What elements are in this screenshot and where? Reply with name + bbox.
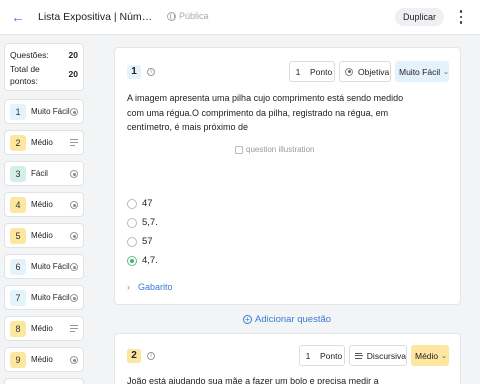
visibility-indicator[interactable]: Pública [167, 11, 209, 21]
question-number-badge: 7 [10, 290, 26, 306]
question-type-label: Discursiva [366, 350, 406, 361]
question-number: 1 [127, 65, 141, 79]
question-number-badge: 1 [10, 104, 26, 120]
question-number-badge: 8 [10, 321, 26, 337]
points-total: 20 [68, 69, 78, 79]
sidebar-question-4[interactable]: 4 Médio [4, 192, 84, 217]
difficulty-label: Muito Fácil [31, 262, 70, 271]
points-label: Total de pontos: [10, 64, 40, 86]
radio-icon [70, 263, 78, 271]
points-value: 1 [305, 350, 311, 361]
question-number-badge: 3 [10, 166, 26, 182]
more-vertical-icon[interactable] [458, 9, 464, 25]
difficulty-label: Médio [31, 355, 53, 364]
difficulty-label: Muito Fácil [31, 107, 70, 116]
summary-panel: Questões: 20 Total de pontos: 20 [4, 43, 84, 91]
radio-icon [70, 170, 78, 178]
option-label: 5,7. [142, 217, 158, 228]
answer-key-label: Gabarito [138, 282, 173, 292]
image-alt-text: question illustration [246, 145, 315, 154]
plus-circle-icon: + [243, 315, 252, 324]
add-question-button[interactable]: + Adicionar questão [243, 314, 331, 325]
radio-icon[interactable] [127, 217, 137, 228]
info-icon[interactable]: i [147, 68, 155, 76]
sidebar-question-9[interactable]: 9 Médio [4, 347, 84, 372]
difficulty-label: Muito Fácil [399, 66, 441, 77]
add-question-label: Adicionar questão [255, 314, 332, 325]
sidebar-question-1[interactable]: 1 Muito Fácil [4, 99, 84, 124]
sidebar-question-6[interactable]: 6 Muito Fácil [4, 254, 84, 279]
sidebar-question-2[interactable]: 2 Médio [4, 130, 84, 155]
chevron-right-icon: › [127, 282, 130, 292]
visibility-label: Pública [179, 11, 209, 21]
radio-icon [70, 108, 78, 116]
radio-icon [70, 232, 78, 240]
chevron-down-icon: ⌄ [441, 352, 448, 360]
lines-icon [355, 352, 363, 359]
sidebar-question-10[interactable] [4, 378, 84, 384]
option-label: 57 [142, 236, 153, 247]
radio-icon [70, 356, 78, 364]
lines-icon [70, 139, 78, 147]
image-icon [235, 145, 243, 154]
lines-icon [70, 325, 78, 333]
question-image: question illustration [235, 145, 314, 154]
difficulty-label: Médio [31, 231, 53, 240]
info-icon[interactable]: i [147, 352, 155, 360]
question-text: A imagem apresenta uma pilha cujo compri… [127, 93, 404, 132]
question-card-2: 2 i 1 Ponto Discursiva Médio ⌄ João está… [114, 333, 461, 384]
difficulty-label: Médio [415, 350, 439, 361]
difficulty-label: Fácil [31, 169, 48, 178]
points-unit: Ponto [320, 350, 343, 361]
difficulty-label: Médio [31, 138, 53, 147]
option-a[interactable]: 47 [127, 198, 153, 209]
difficulty-selector[interactable]: Muito Fácil ⌄ [395, 61, 449, 82]
difficulty-label: Médio [31, 324, 53, 333]
question-type-selector[interactable]: Discursiva [349, 345, 407, 366]
globe-icon [167, 11, 176, 21]
sidebar-question-7[interactable]: 7 Muito Fácil [4, 285, 84, 310]
chevron-down-icon: ⌄ [443, 68, 449, 76]
radio-icon [345, 67, 353, 76]
question-number: 2 [127, 349, 141, 363]
questions-label: Questões: [10, 50, 49, 60]
option-c[interactable]: 57 [127, 236, 153, 247]
points-field[interactable]: 1 Ponto [289, 61, 335, 82]
difficulty-label: Muito Fácil [31, 293, 70, 302]
question-number-badge: 9 [10, 352, 26, 368]
difficulty-label: Médio [31, 200, 53, 209]
difficulty-selector[interactable]: Médio ⌄ [411, 345, 449, 366]
document-title: Lista Expositiva | Números ... [38, 11, 158, 23]
question-text: João está ajudando sua mãe a fazer um bo… [127, 376, 379, 384]
question-type-selector[interactable]: Objetiva [339, 61, 391, 82]
answer-key-toggle[interactable]: › Gabarito [127, 282, 173, 292]
points-unit: Ponto [310, 66, 333, 77]
radio-checked-icon[interactable] [127, 255, 137, 266]
points-value: 1 [295, 66, 301, 77]
top-bar: ← Lista Expositiva | Números ... Pública… [0, 0, 480, 35]
points-field[interactable]: 1 Ponto [299, 345, 345, 366]
option-b[interactable]: 5,7. [127, 217, 158, 228]
arrow-left-icon[interactable]: ← [10, 9, 26, 25]
duplicate-button[interactable]: Duplicar [395, 8, 444, 26]
question-number-badge: 4 [10, 197, 26, 213]
sidebar-question-3[interactable]: 3 Fácil [4, 161, 84, 186]
option-label: 47 [142, 198, 153, 209]
question-number-badge: 6 [10, 259, 26, 275]
question-number-badge: 2 [10, 135, 26, 151]
radio-icon[interactable] [127, 198, 137, 209]
sidebar-question-5[interactable]: 5 Médio [4, 223, 84, 248]
questions-count: 20 [68, 50, 78, 60]
sidebar-question-8[interactable]: 8 Médio [4, 316, 84, 341]
option-label: 4,7. [142, 255, 158, 266]
radio-icon [70, 294, 78, 302]
question-type-label: Objetiva [358, 66, 390, 77]
question-number-badge: 5 [10, 228, 26, 244]
question-card-1: 1 i 1 Ponto Objetiva Muito Fácil ⌄ A ima… [114, 47, 461, 305]
radio-icon[interactable] [127, 236, 137, 247]
radio-icon [70, 201, 78, 209]
option-d[interactable]: 4,7. [127, 255, 158, 266]
